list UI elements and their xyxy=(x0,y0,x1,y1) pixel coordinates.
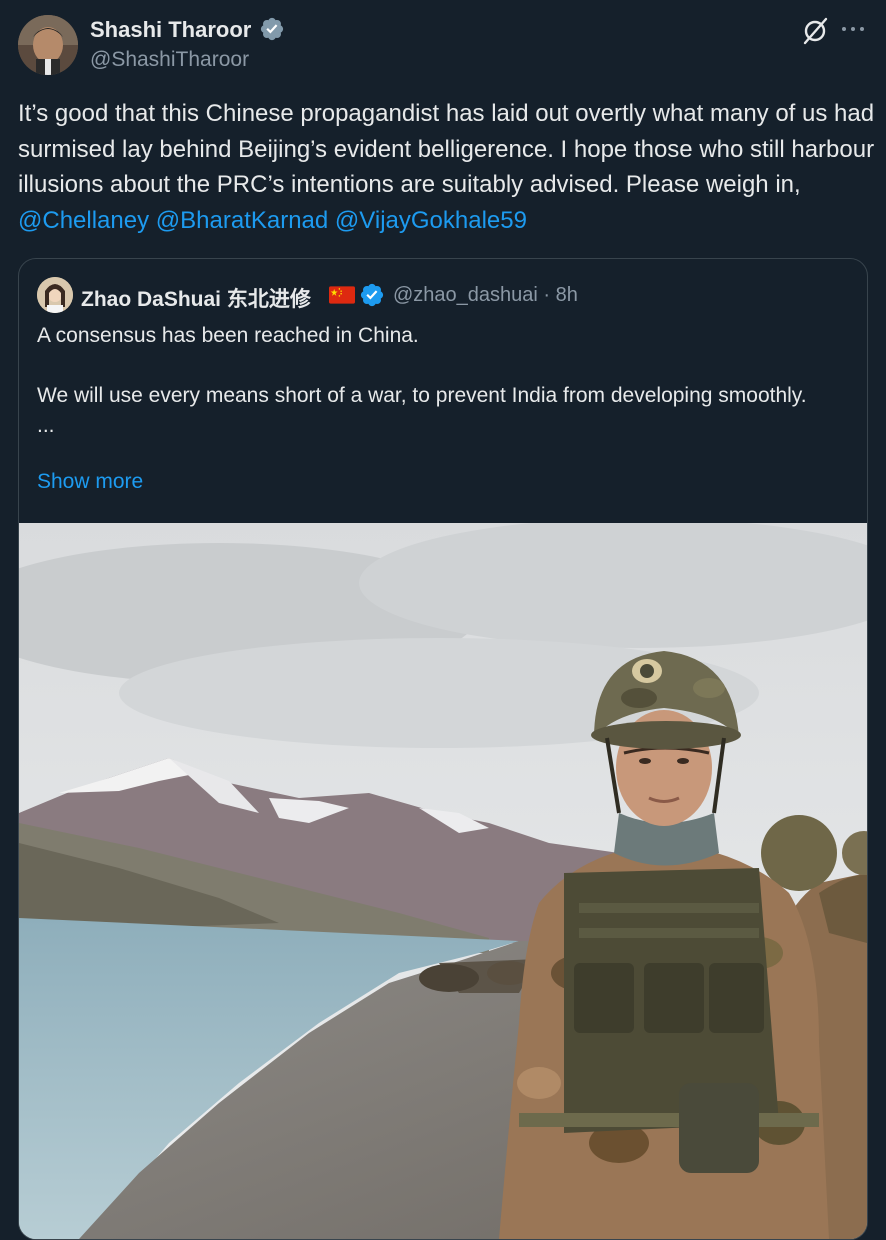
mention-link[interactable]: @Chellaney xyxy=(18,207,149,234)
quoted-author-name[interactable]: Zhao DaShuai 东北进修 xyxy=(81,283,311,313)
quoted-photo[interactable] xyxy=(19,523,867,1239)
tweet-text: It’s good that this Chinese propagandist… xyxy=(18,96,880,238)
quoted-avatar[interactable] xyxy=(37,277,73,313)
quoted-handle[interactable]: @zhao_dashuai xyxy=(393,284,538,306)
quoted-handle-time[interactable]: @zhao_dashuai · 8h xyxy=(393,284,578,307)
quoted-tweet[interactable]: Zhao DaShuai 东北进修 @zhao_dashuai · 8h A c… xyxy=(18,258,868,1240)
quoted-text: A consensus has been reached in China. W… xyxy=(37,324,807,437)
tweet-body: It’s good that this Chinese propagandist… xyxy=(18,100,875,198)
author-avatar[interactable] xyxy=(18,15,78,75)
grok-icon[interactable] xyxy=(800,16,830,46)
mention-link[interactable]: @BharatKarnad xyxy=(156,207,328,234)
china-flag-icon xyxy=(329,286,355,304)
show-more-link[interactable]: Show more xyxy=(37,470,143,494)
more-icon[interactable] xyxy=(842,24,866,34)
verified-badge-icon xyxy=(360,283,384,307)
author-name[interactable]: Shashi Tharoor xyxy=(90,17,251,43)
quoted-time[interactable]: · 8h xyxy=(543,284,577,306)
author-handle[interactable]: @ShashiTharoor xyxy=(90,48,249,72)
mention-link[interactable]: @VijayGokhale59 xyxy=(335,207,527,234)
verified-badge-icon xyxy=(260,17,284,41)
